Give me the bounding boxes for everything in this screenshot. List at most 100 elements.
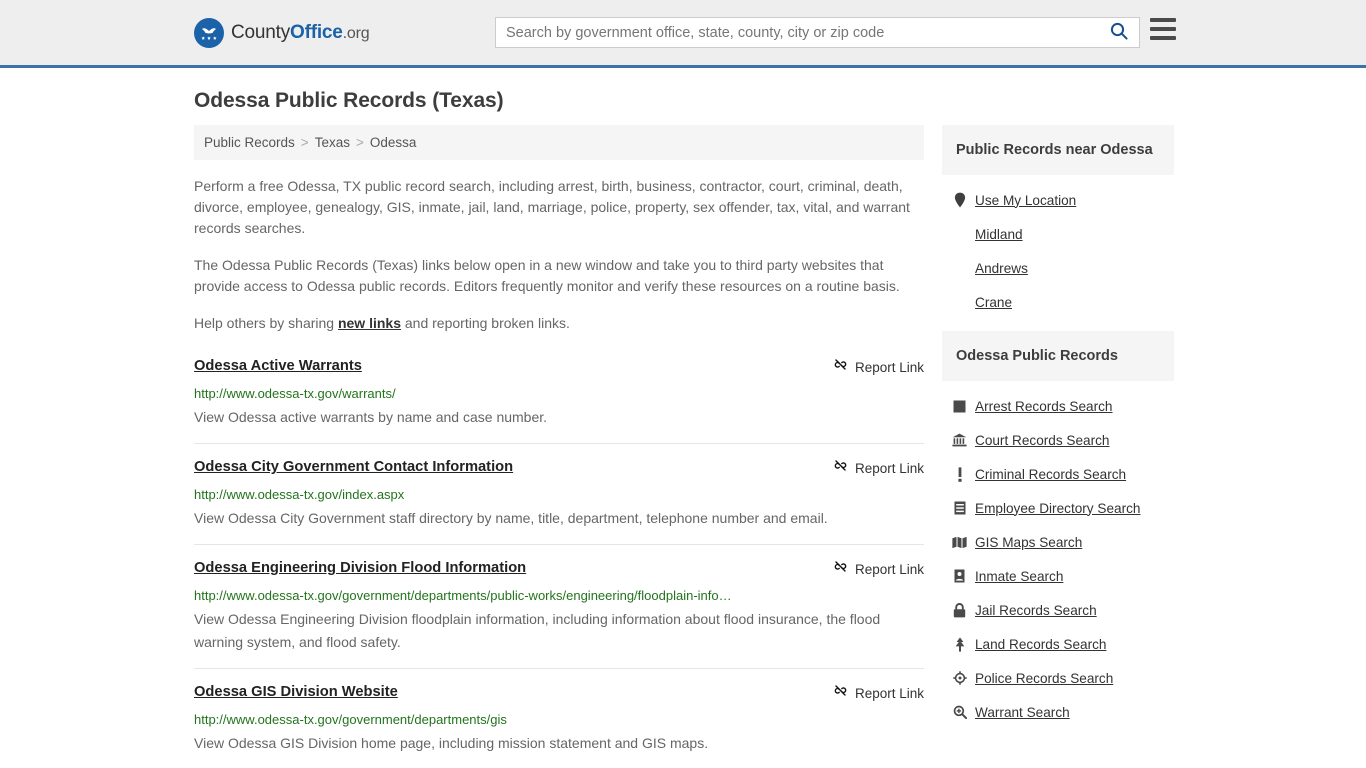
listing-header: Odessa GIS Division Website Report Link	[194, 682, 924, 703]
sidebar-link-label[interactable]: Arrest Records Search	[975, 399, 1113, 414]
panel-heading-records: Odessa Public Records	[942, 331, 1174, 381]
panel-odessa-public-records: Odessa Public Records Arrest Records Sea…	[942, 331, 1174, 729]
record-search-list: Arrest Records Search Court Records Searc…	[942, 381, 1174, 729]
fingerprint-icon	[952, 398, 967, 414]
report-link-button[interactable]: Report Link	[833, 357, 924, 377]
sidebar-link-label[interactable]: Police Records Search	[975, 671, 1113, 686]
near-item-crane[interactable]: Crane	[946, 285, 1170, 319]
record-item-arrest-records-search[interactable]: Arrest Records Search	[946, 389, 1170, 423]
inmate-badge-icon	[952, 568, 967, 584]
sidebar: Public Records near Odessa Use My Locati…	[942, 125, 1174, 741]
listing-url[interactable]: http://www.odessa-tx.gov/index.aspx	[194, 486, 924, 503]
breadcrumb-item-1[interactable]: Texas	[315, 135, 350, 150]
eagle-logo-icon	[194, 17, 224, 48]
sidebar-link-label[interactable]: Andrews	[975, 261, 1028, 276]
hamburger-bar-3	[1150, 36, 1176, 40]
hamburger-bar-2	[1150, 27, 1176, 31]
tree-icon	[952, 636, 967, 652]
listing-description: View Odessa City Government staff direct…	[194, 510, 828, 526]
record-item-inmate-search[interactable]: Inmate Search	[946, 559, 1170, 593]
listing-description: View Odessa Engineering Division floodpl…	[194, 611, 881, 650]
report-link-label: Report Link	[854, 460, 924, 476]
listing-title-link[interactable]: Odessa Engineering Division Flood Inform…	[194, 558, 526, 578]
listing-title-link[interactable]: Odessa Active Warrants	[194, 356, 362, 376]
site-logo[interactable]: CountyOffice.org	[194, 17, 370, 48]
page-container: Odessa Public Records (Texas) Public Rec…	[0, 89, 1366, 768]
intro-text: Perform a free Odessa, TX public record …	[194, 176, 924, 334]
listing-item: Odessa Active Warrants Report Link http://…	[194, 356, 924, 444]
intro-p3-before: Help others by sharing	[194, 315, 338, 331]
listing-item: Odessa Engineering Division Flood Inform…	[194, 558, 924, 669]
search-bar[interactable]	[495, 17, 1140, 48]
panel-public-records-near: Public Records near Odessa Use My Locati…	[942, 125, 1174, 319]
brand-wordmark: CountyOffice.org	[231, 21, 370, 44]
breadcrumb-item-2: Odessa	[369, 135, 417, 150]
sidebar-link-label[interactable]: Inmate Search	[975, 569, 1063, 584]
search-plus-icon	[952, 704, 967, 720]
sidebar-link-label[interactable]: GIS Maps Search	[975, 535, 1082, 550]
panel-heading-near: Public Records near Odessa	[942, 125, 1174, 175]
report-link-button[interactable]: Report Link	[833, 683, 924, 703]
courthouse-icon	[952, 432, 967, 448]
report-link-button[interactable]: Report Link	[833, 458, 924, 478]
listing-description: View Odessa GIS Division home page, incl…	[194, 735, 709, 751]
map-pin-icon	[952, 192, 967, 208]
breadcrumb-separator-0: >	[300, 135, 309, 150]
intro-paragraph-3: Help others by sharing new links and rep…	[194, 313, 924, 334]
breadcrumb-item-0[interactable]: Public Records	[204, 135, 295, 150]
brand-part-office: Office	[290, 21, 343, 43]
sidebar-link-label[interactable]: Crane	[975, 295, 1012, 310]
menu-button[interactable]	[1150, 18, 1176, 40]
listing-item: Odessa City Government Contact Informati…	[194, 457, 924, 545]
no-icon	[952, 260, 967, 276]
listing-header: Odessa Engineering Division Flood Inform…	[194, 558, 924, 579]
sidebar-link-label[interactable]: Criminal Records Search	[975, 467, 1126, 482]
page-title: Odessa Public Records (Texas)	[194, 89, 504, 112]
sidebar-link-label[interactable]: Jail Records Search	[975, 603, 1097, 618]
record-item-criminal-records-search[interactable]: Criminal Records Search	[946, 457, 1170, 491]
breadcrumb-separator-1: >	[355, 135, 364, 150]
site-header: CountyOffice.org	[0, 0, 1366, 68]
police-shield-icon	[952, 670, 967, 686]
broken-link-icon	[833, 458, 848, 478]
near-item-midland[interactable]: Midland	[946, 217, 1170, 251]
record-item-land-records-search[interactable]: Land Records Search	[946, 627, 1170, 661]
listing-url[interactable]: http://www.odessa-tx.gov/government/depa…	[194, 587, 924, 604]
near-item-andrews[interactable]: Andrews	[946, 251, 1170, 285]
sidebar-link-label[interactable]: Court Records Search	[975, 433, 1109, 448]
sidebar-link-label[interactable]: Land Records Search	[975, 637, 1106, 652]
record-item-gis-maps-search[interactable]: GIS Maps Search	[946, 525, 1170, 559]
record-item-court-records-search[interactable]: Court Records Search	[946, 423, 1170, 457]
report-link-label: Report Link	[854, 685, 924, 701]
listing-title-link[interactable]: Odessa City Government Contact Informati…	[194, 457, 513, 477]
listing-title-link[interactable]: Odessa GIS Division Website	[194, 682, 398, 702]
sidebar-link-label[interactable]: Use My Location	[975, 193, 1076, 208]
lock-icon	[952, 602, 967, 618]
broken-link-icon	[833, 683, 848, 703]
report-link-button[interactable]: Report Link	[833, 559, 924, 579]
record-item-warrant-search[interactable]: Warrant Search	[946, 695, 1170, 729]
no-icon	[952, 226, 967, 242]
content-row: Public Records > Texas > Odessa Perform …	[194, 125, 1174, 768]
intro-paragraph-2: The Odessa Public Records (Texas) links …	[194, 257, 900, 294]
listing-url[interactable]: http://www.odessa-tx.gov/government/depa…	[194, 711, 924, 728]
listing-description: View Odessa active warrants by name and …	[194, 409, 548, 425]
sidebar-link-label[interactable]: Warrant Search	[975, 705, 1070, 720]
record-item-jail-records-search[interactable]: Jail Records Search	[946, 593, 1170, 627]
sidebar-link-label[interactable]: Midland	[975, 227, 1023, 242]
near-item-use-my-location[interactable]: Use My Location	[946, 183, 1170, 217]
record-item-police-records-search[interactable]: Police Records Search	[946, 661, 1170, 695]
listing-header: Odessa Active Warrants Report Link	[194, 356, 924, 377]
sidebar-link-label[interactable]: Employee Directory Search	[975, 501, 1140, 516]
map-icon	[952, 534, 967, 550]
search-icon	[1109, 21, 1129, 44]
brand-part-county: County	[231, 21, 291, 43]
report-link-label: Report Link	[854, 561, 924, 577]
listing-url[interactable]: http://www.odessa-tx.gov/warrants/	[194, 385, 924, 402]
search-button[interactable]	[1099, 18, 1139, 47]
record-item-employee-directory-search[interactable]: Employee Directory Search	[946, 491, 1170, 525]
brand-part-org: .org	[342, 24, 370, 42]
new-links-link[interactable]: new links	[338, 315, 401, 331]
search-input[interactable]	[496, 18, 1099, 47]
main-column: Public Records > Texas > Odessa Perform …	[194, 125, 924, 768]
